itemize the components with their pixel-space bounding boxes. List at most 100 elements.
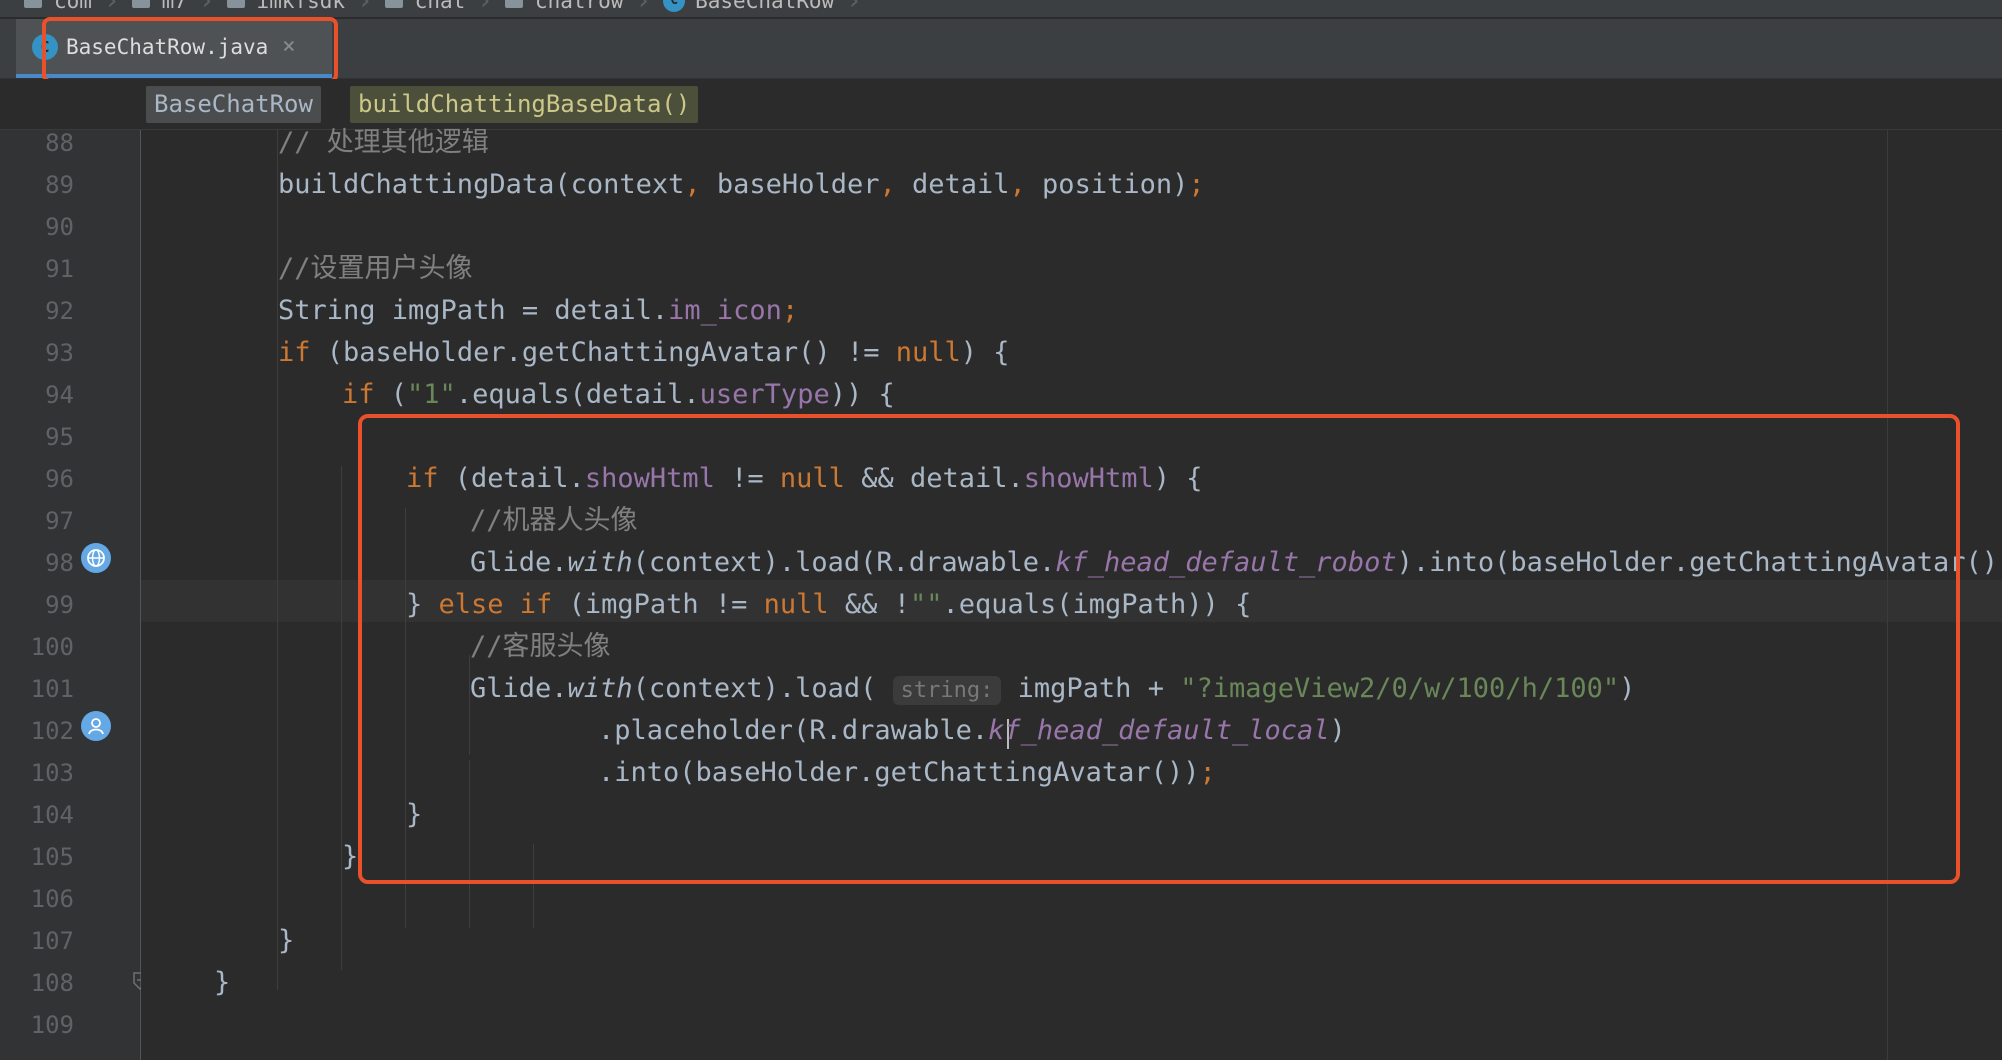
code-line[interactable]: 96 if (detail.showHtml != null && detail.… (0, 458, 1861, 500)
code-line[interactable]: 93 if (baseHolder.getChattingAvatar() != … (0, 332, 1861, 374)
code-token: , (684, 169, 701, 200)
line-number: 91 (45, 255, 74, 283)
code-line[interactable]: 104} (0, 794, 1861, 836)
code-text: } (214, 962, 230, 1004)
code-line[interactable]: 98 Glide.with(context).load(R.drawable.kf… (0, 542, 2002, 584)
line-number: 101 (30, 675, 74, 703)
code-token: ; (1188, 169, 1205, 200)
code-text: buildChattingData(context, baseHolder, d… (278, 164, 1205, 206)
code-token: with (567, 547, 633, 578)
code-token: position) (1025, 169, 1189, 200)
line-number: 104 (30, 801, 74, 829)
code-token: (detail. (438, 463, 585, 494)
code-line[interactable]: 90 (0, 206, 1861, 248)
line-number: 98 (45, 549, 74, 577)
code-token: (context).load(R.drawable. (632, 547, 1056, 578)
code-token: null (779, 463, 845, 494)
code-text: Glide.with(context).load(R.drawable.kf_h… (470, 542, 2002, 584)
code-token: detail (895, 169, 1010, 200)
code-token: ( (374, 379, 408, 410)
folder-icon (24, 0, 42, 8)
breadcrumb-item-class[interactable]: C BaseChatRow › (663, 0, 862, 14)
line-number: 109 (30, 1011, 74, 1039)
code-text: Glide.with(context).load( string: imgPat… (470, 668, 1635, 712)
code-token: ).into(baseHolder.getChattingAvatar()) (1396, 547, 2002, 578)
code-token: // 处理其他逻辑 (278, 127, 489, 158)
code-token: buildChattingData(context (278, 169, 685, 200)
right-margin-guide (1887, 130, 1888, 1060)
code-token: .into(baseHolder.getChattingAvatar()) (598, 757, 1200, 788)
breadcrumb-item-chatrow[interactable]: chatrow › (504, 0, 652, 16)
code-line[interactable]: 102 .placeholder(R.drawable.kf_head_defau… (0, 710, 1861, 752)
code-token: Glide. (470, 547, 568, 578)
class-icon: C (32, 33, 58, 60)
code-text: // 处理其他逻辑 (278, 122, 489, 164)
breadcrumb-label: chat (414, 0, 466, 13)
code-token: , (879, 169, 896, 200)
code-line[interactable]: 88 // 处理其他逻辑 (0, 122, 1861, 164)
code-token: showHtml (584, 463, 715, 494)
code-line[interactable]: 106 (0, 878, 1861, 920)
code-line[interactable]: 97 //机器人头像 (0, 500, 1861, 542)
code-token: if (278, 337, 311, 368)
breadcrumb-label: chatrow (534, 0, 624, 13)
code-line[interactable]: 101 Glide.with(context).load( string: img… (0, 668, 1861, 710)
code-text: if (detail.showHtml != null && detail.sh… (406, 458, 1203, 500)
breadcrumb-item-imkfsdk[interactable]: imkfsdk › (226, 0, 373, 14)
breadcrumb-item-com[interactable]: com › (24, 0, 120, 16)
breadcrumb-item-chat[interactable]: chat › (384, 0, 493, 14)
line-number: 93 (45, 339, 74, 367)
parameter-hint: string: (892, 676, 1002, 705)
line-number: 89 (45, 171, 74, 199)
code-token: } (342, 841, 359, 872)
code-token: im_icon (668, 295, 782, 326)
code-text: } (342, 836, 358, 878)
code-line[interactable]: 89 buildChattingData(context, baseHolder,… (0, 164, 1861, 206)
code-token: userType (699, 379, 830, 410)
code-token: ) (1329, 715, 1346, 746)
code-line[interactable]: 99} else if (imgPath != null && !"".equa… (0, 584, 1861, 626)
tab-label: BaseChatRow.java (66, 34, 269, 59)
code-token: kf_head_default_local (988, 715, 1330, 746)
code-token: //机器人头像 (470, 505, 638, 536)
code-line[interactable]: 108} (0, 962, 1861, 1004)
code-token: kf_head_default_robot (1055, 547, 1397, 578)
code-token: } (214, 967, 231, 998)
line-number: 106 (30, 885, 74, 913)
code-line[interactable]: 103 .into(baseHolder.getChattingAvatar())… (0, 752, 1861, 794)
folder-icon (226, 0, 245, 8)
code-line[interactable]: 109 (0, 1004, 1861, 1046)
code-line[interactable]: 107} (0, 920, 1861, 962)
line-number: 88 (45, 129, 74, 157)
code-token: //设置用户头像 (278, 253, 473, 284)
breadcrumb-label: m7 (161, 0, 187, 13)
breadcrumb-separator: › (103, 0, 120, 16)
breadcrumb-separator: › (635, 0, 652, 16)
structure-method-chip[interactable]: buildChattingBaseData() (350, 86, 699, 123)
code-token: .equals(detail. (455, 379, 700, 410)
code-token: )) { (829, 379, 895, 410)
code-text: .into(baseHolder.getChattingAvatar()); (598, 752, 1216, 794)
code-text: } (406, 794, 422, 836)
code-line[interactable]: 95 (0, 416, 1861, 458)
line-number: 108 (30, 969, 74, 997)
code-line[interactable]: 91 //设置用户头像 (0, 248, 1861, 290)
code-token: } (406, 589, 439, 620)
code-token: "?imageView2/0/w/100/h/100" (1180, 673, 1620, 704)
folder-icon (131, 0, 150, 8)
line-number: 94 (45, 381, 74, 409)
breadcrumb-label: com (54, 0, 92, 13)
breadcrumb-item-m7[interactable]: m7 › (131, 0, 215, 14)
tab-basechatrow-java[interactable]: C BaseChatRow.java × (16, 19, 332, 78)
close-icon[interactable]: × (282, 34, 295, 59)
code-token: Glide. (470, 673, 568, 704)
code-text: } (278, 920, 294, 962)
code-line[interactable]: 94 if ("1".equals(detail.userType)) { (0, 374, 1861, 416)
structure-class-chip[interactable]: BaseChatRow (146, 86, 321, 123)
code-line[interactable]: 92 String imgPath = detail.im_icon; (0, 290, 1861, 332)
line-number: 99 (45, 591, 74, 619)
code-token: ) { (1153, 463, 1203, 494)
code-token: , (1009, 169, 1026, 200)
code-line[interactable]: 100 //客服头像 (0, 626, 1861, 668)
code-line[interactable]: 105} (0, 836, 1861, 878)
